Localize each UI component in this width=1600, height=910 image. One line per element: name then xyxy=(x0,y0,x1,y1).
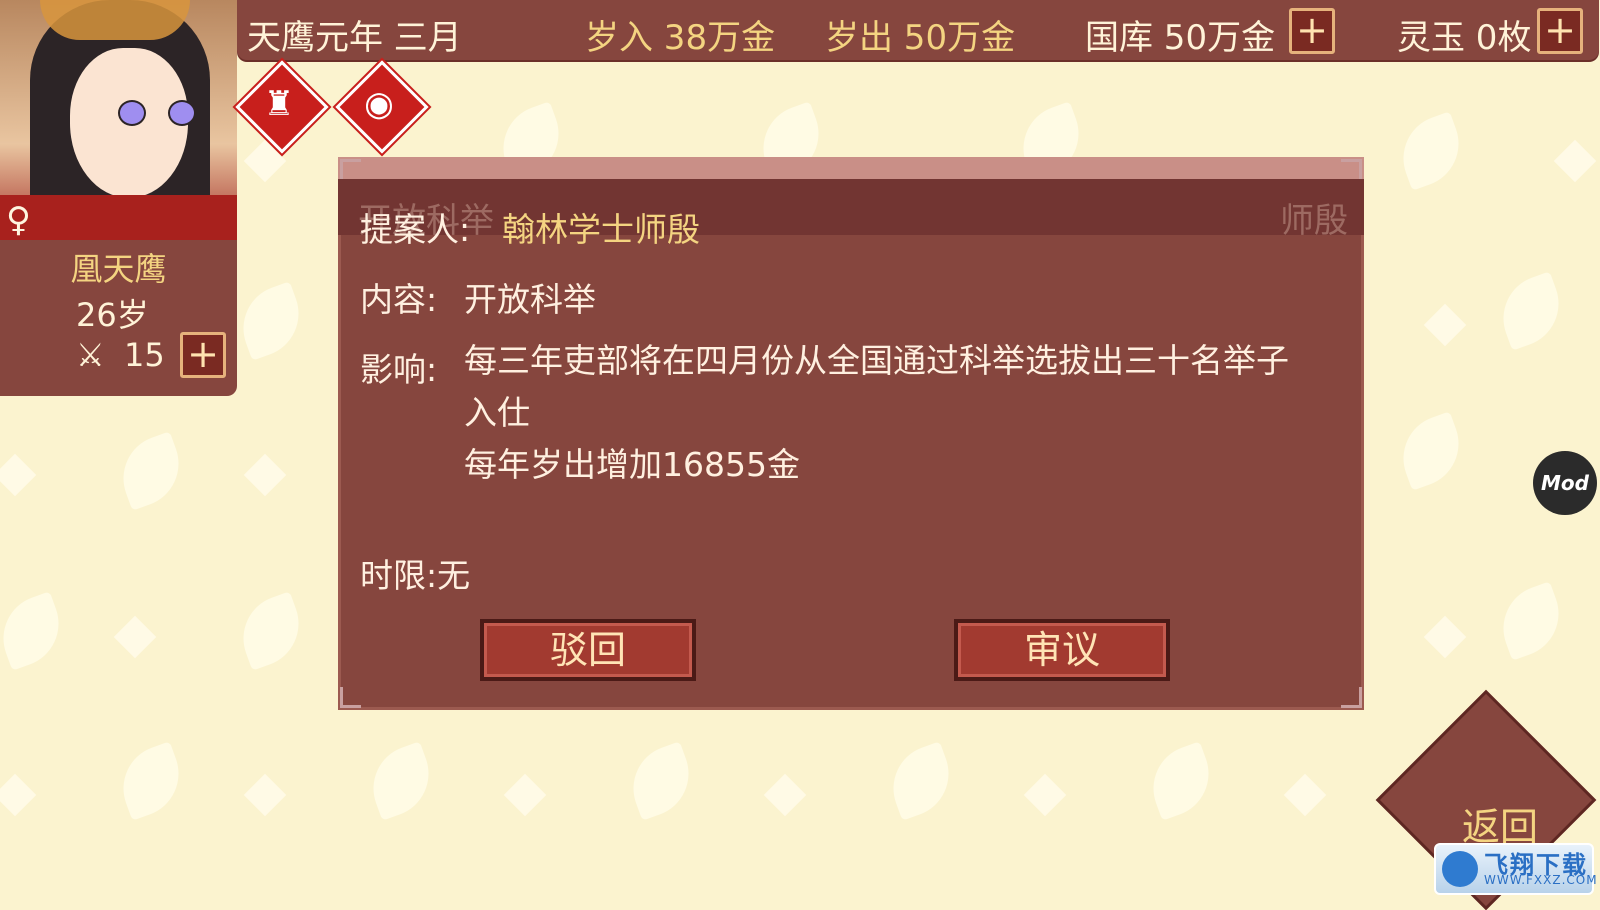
content-label: 内容: xyxy=(360,280,438,319)
character-info-panel: 凰天鹰 26岁 ⚔ 15 + xyxy=(0,240,237,396)
deadline-label: 时限:无 xyxy=(360,556,471,595)
impact-line-2: 入仕 xyxy=(464,393,530,432)
impact-line-1: 每三年吏部将在四月份从全国通过科举选拔出三十名举子 xyxy=(464,341,1289,380)
site-watermark: 飞翔下载 WWW.FXXZ.COM xyxy=(1434,843,1597,895)
mod-badge[interactable]: Mod xyxy=(1533,451,1597,515)
date-label: 天鹰元年 三月 xyxy=(247,18,462,58)
character-card[interactable]: ♀ 凰天鹰 26岁 ⚔ 15 + xyxy=(0,0,237,396)
female-icon: ♀ xyxy=(6,200,31,240)
character-age: 26岁 xyxy=(76,296,149,334)
content-value: 开放科举 xyxy=(464,280,596,319)
watermark-url: WWW.FXXZ.COM xyxy=(1484,873,1598,887)
character-portrait[interactable]: ♀ xyxy=(0,0,237,240)
expense-label: 岁出 50万金 xyxy=(825,18,1016,58)
impact-label: 影响: xyxy=(360,350,438,389)
dialog-top-band xyxy=(338,157,1364,179)
treasury-label: 国库 50万金 xyxy=(1085,18,1276,58)
add-treasury-button[interactable]: + xyxy=(1289,8,1335,54)
dialog-proposer-short: 师殷 xyxy=(1280,201,1348,241)
proposer-label: 提案人: xyxy=(360,210,471,249)
add-army-button[interactable]: + xyxy=(180,332,226,378)
impact-text: 每三年吏部将在四月份从全国通过科举选拔出三十名举子 入仕 每年岁出增加16855… xyxy=(464,335,1344,491)
income-label: 岁入 38万金 xyxy=(585,18,776,58)
army-count: 15 xyxy=(124,336,165,374)
dialog-header: 开放科举 师殷 xyxy=(338,179,1364,241)
character-name: 凰天鹰 xyxy=(70,250,167,288)
add-jade-button[interactable]: + xyxy=(1537,8,1583,54)
coins-glyph: ◉ xyxy=(364,84,394,124)
proposal-dialog: 开放科举 师殷 提案人: 翰林学士师殷 内容: 开放科举 影响: 每三年吏部将在… xyxy=(338,157,1364,710)
throne-glyph: ♜ xyxy=(263,84,295,124)
jade-label: 灵玉 0枚 xyxy=(1397,18,1532,58)
proposer-value: 翰林学士师殷 xyxy=(502,210,700,249)
review-button[interactable]: 审议 xyxy=(954,619,1170,681)
top-status-bar: 天鹰元年 三月 岁入 38万金 岁出 50万金 国库 50万金 + 灵玉 0枚 … xyxy=(237,0,1599,60)
watermark-logo-icon xyxy=(1442,851,1478,887)
soldiers-icon: ⚔ xyxy=(76,336,105,374)
reject-button[interactable]: 驳回 xyxy=(480,619,696,681)
impact-line-3: 每年岁出增加16855金 xyxy=(464,445,800,484)
